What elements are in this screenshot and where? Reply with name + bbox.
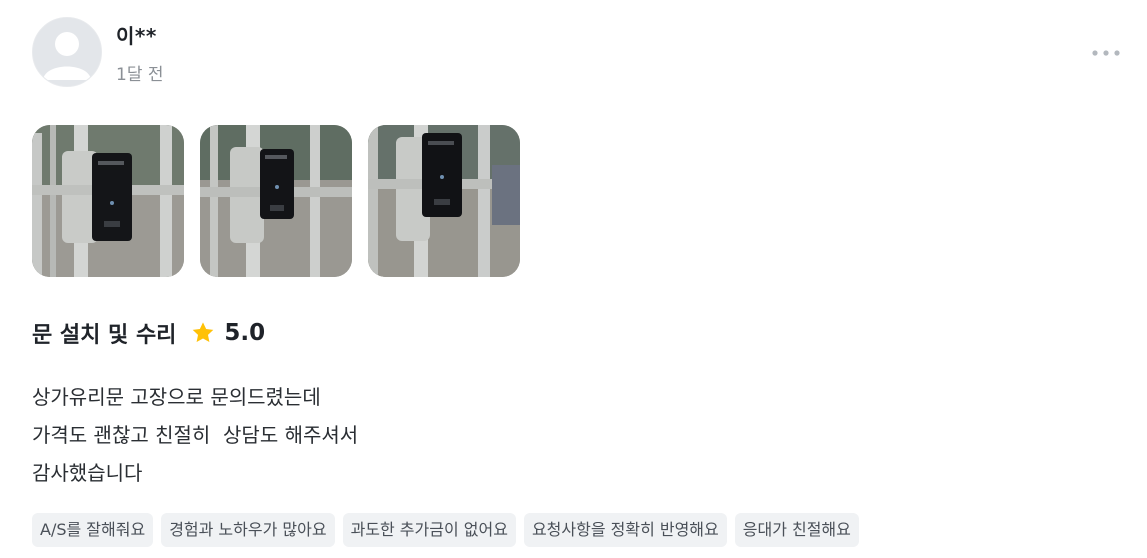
more-horizontal-icon	[1092, 50, 1120, 56]
review-photo-1[interactable]	[32, 125, 184, 277]
service-name: 문 설치 및 수리	[32, 323, 177, 348]
review-tag: 경험과 노하우가 많아요	[161, 513, 335, 547]
rating-value: 5.0	[224, 320, 266, 346]
review-line: 감사했습니다	[32, 461, 143, 485]
review-line: 가격도 괜찮고 친절히 상담도 해주셔서	[32, 423, 359, 447]
review-photo-3[interactable]	[368, 125, 520, 277]
review-header: 문 설치 및 수리 5.0	[32, 316, 265, 350]
review-tag: 응대가 친절해요	[734, 513, 859, 547]
post-time: 1달 전	[116, 65, 164, 85]
review-tag: 과도한 추가금이 없어요	[342, 513, 516, 547]
review-line: 상가유리문 고장으로 문의드렸는데	[32, 385, 321, 409]
review-photos	[32, 125, 520, 277]
star-icon	[190, 320, 216, 346]
review-tag: A/S를 잘해줘요	[32, 513, 154, 547]
author-name: 이**	[116, 24, 157, 48]
review-tag: 요청사항을 정확히 반영해요	[523, 513, 727, 547]
review-tags: A/S를 잘해줘요 경험과 노하우가 많아요 과도한 추가금이 없어요 요청사항…	[32, 513, 859, 547]
more-options-button[interactable]	[1086, 38, 1126, 68]
user-silhouette-icon	[33, 18, 101, 86]
avatar[interactable]	[32, 17, 102, 87]
review-photo-2[interactable]	[200, 125, 352, 277]
review-text: 상가유리문 고장으로 문의드렸는데 가격도 괜찮고 친절히 상담도 해주셔서 감…	[32, 378, 358, 492]
